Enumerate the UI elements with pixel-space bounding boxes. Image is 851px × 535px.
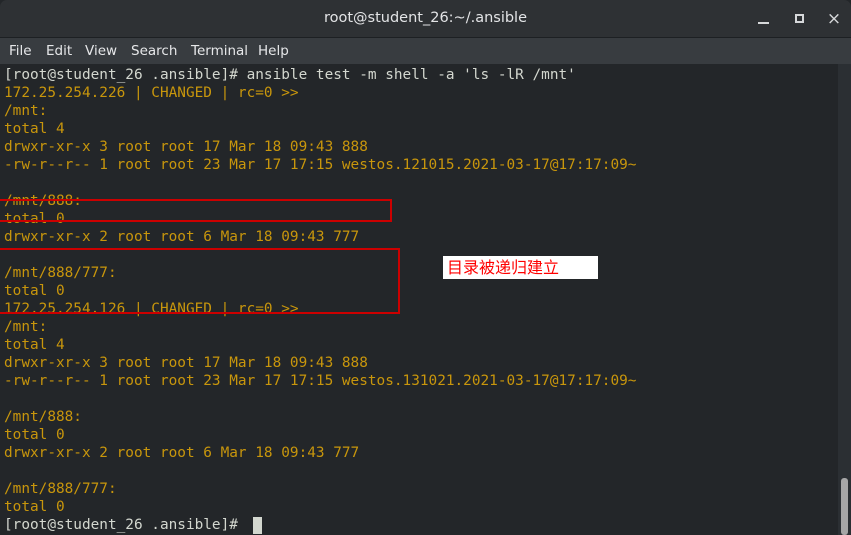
scrollbar-thumb[interactable] <box>841 478 848 535</box>
terminal-line: /mnt/888/777: <box>4 481 117 497</box>
terminal-line: -rw-r--r-- 1 root root 23 Mar 17 17:15 w… <box>4 373 637 389</box>
terminal-line: [root@student_26 .ansible]# ansible test… <box>4 67 576 83</box>
terminal-line: /mnt/888: <box>4 409 82 425</box>
menu-item-file[interactable]: File <box>9 38 32 64</box>
menubar: File Edit View Search Terminal Help <box>0 38 851 64</box>
menu-item-help[interactable]: Help <box>258 38 289 64</box>
highlight-dir-888 <box>0 199 392 222</box>
terminal-window: root@student_26:~/.ansible × File Edit V… <box>0 0 851 535</box>
terminal-line: total 4 <box>4 337 65 353</box>
terminal-line: drwxr-xr-x 3 root root 17 Mar 18 09:43 8… <box>4 139 368 155</box>
terminal-line: /mnt: <box>4 103 48 119</box>
terminal-cursor <box>253 517 262 534</box>
terminal-line: drwxr-xr-x 2 root root 6 Mar 18 09:43 77… <box>4 229 360 245</box>
window-title: root@student_26:~/.ansible <box>323 10 528 26</box>
terminal-line: total 0 <box>4 427 65 443</box>
menu-item-edit[interactable]: Edit <box>46 38 72 64</box>
menu-item-terminal[interactable]: Terminal <box>191 38 248 64</box>
terminal-line: drwxr-xr-x 3 root root 17 Mar 18 09:43 8… <box>4 355 368 371</box>
minimize-button[interactable] <box>753 9 773 29</box>
terminal-line: total 4 <box>4 121 65 137</box>
terminal-line: 172.25.254.226 | CHANGED | rc=0 >> <box>4 85 299 101</box>
terminal-line: total 0 <box>4 499 65 515</box>
menu-item-view[interactable]: View <box>85 38 117 64</box>
maximize-icon <box>794 14 804 23</box>
close-button[interactable]: × <box>824 9 844 29</box>
terminal-line: drwxr-xr-x 2 root root 6 Mar 18 09:43 77… <box>4 445 360 461</box>
highlight-recursive-tree <box>0 248 400 314</box>
annotation-label: 目录被递归建立 <box>443 256 598 279</box>
terminal-line: [root@student_26 .ansible]# <box>4 517 247 533</box>
window-titlebar: root@student_26:~/.ansible × <box>0 0 851 38</box>
menu-item-search[interactable]: Search <box>131 38 177 64</box>
maximize-button[interactable] <box>789 9 809 29</box>
terminal-line: /mnt: <box>4 319 48 335</box>
minimize-icon <box>757 22 769 24</box>
terminal-output-area[interactable]: [root@student_26 .ansible]# ansible test… <box>0 64 851 535</box>
terminal-line: -rw-r--r-- 1 root root 23 Mar 17 17:15 w… <box>4 157 637 173</box>
scrollbar-track[interactable] <box>838 64 851 535</box>
